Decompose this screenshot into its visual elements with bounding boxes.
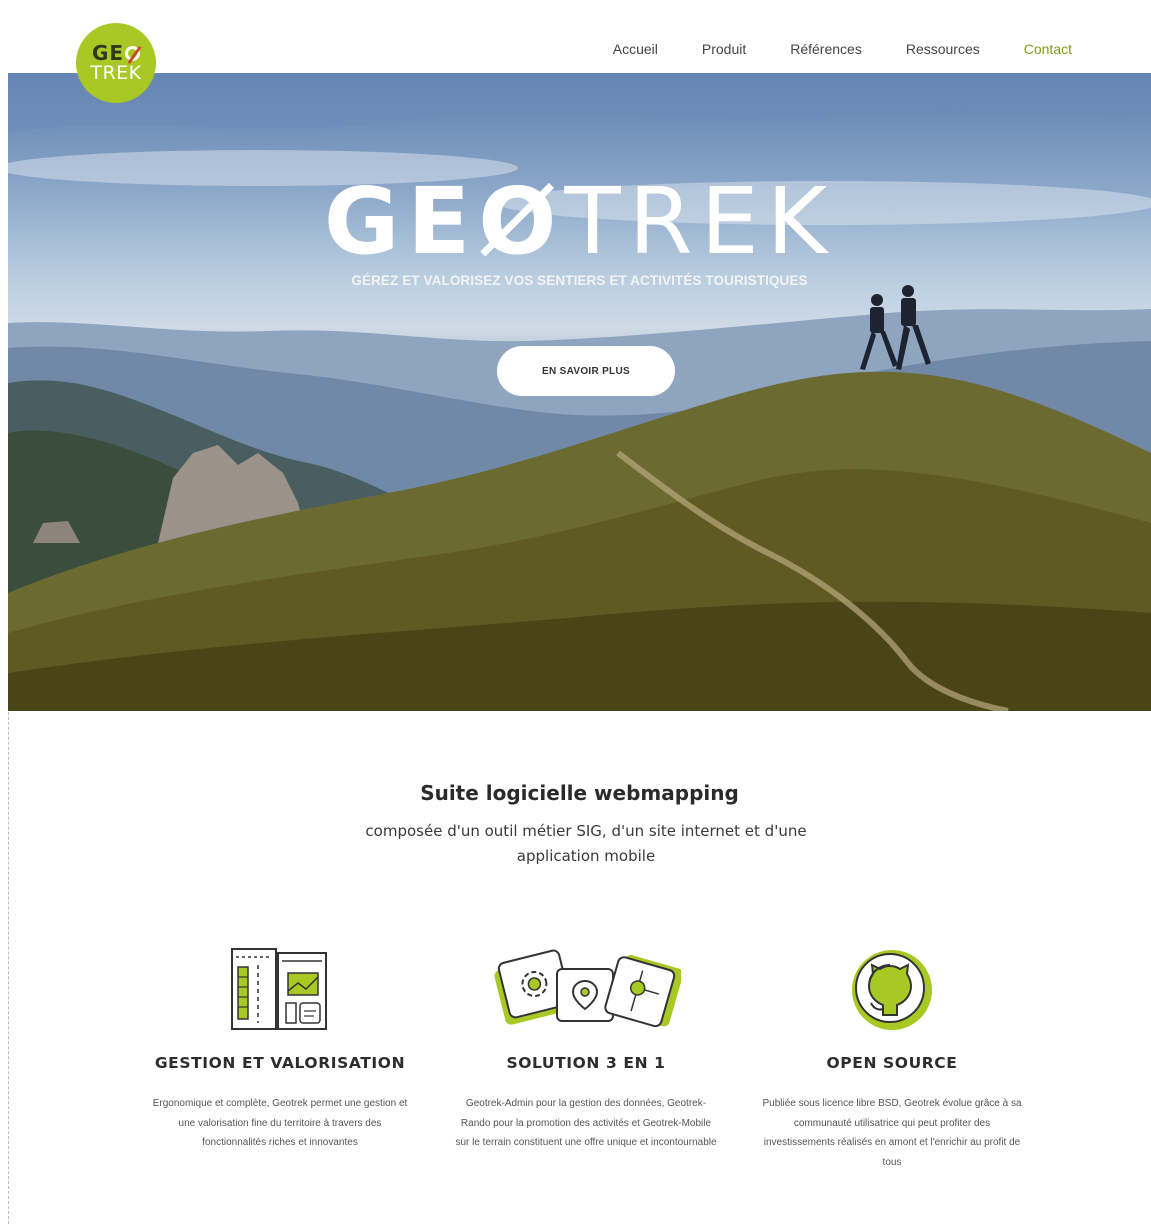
feature-open-source-title: OPEN SOURCE — [826, 1054, 958, 1072]
feature-open-source-text: Publiée sous licence libre BSD, Geotrek … — [762, 1098, 1022, 1168]
main-nav: Accueil Produit Références Ressources Co… — [613, 41, 1072, 57]
feature-solution: SOLUTION 3 EN 1 Geotrek-Admin pour la ge… — [451, 940, 721, 1153]
logo-line1: GE — [92, 43, 141, 63]
intro-title: Suite logicielle webmapping — [420, 781, 739, 805]
dashboard-icon — [145, 940, 415, 1040]
feature-gestion: GESTION ET VALORISATION Ergonomique et c… — [145, 940, 415, 1153]
feature-solution-text: Geotrek-Admin pour la gestion des donnée… — [455, 1098, 717, 1148]
nav-produit[interactable]: Produit — [702, 41, 746, 57]
nav-accueil[interactable]: Accueil — [613, 41, 658, 57]
geotrek-logo[interactable]: GE TREK — [76, 23, 156, 103]
learn-more-button[interactable]: EN SAVOIR PLUS — [497, 346, 675, 396]
nav-ressources[interactable]: Ressources — [906, 41, 980, 57]
logo-o-mark — [125, 45, 141, 61]
feature-gestion-text: Ergonomique et complète, Geotrek permet … — [152, 1098, 408, 1148]
nav-contact[interactable]: Contact — [1024, 41, 1072, 57]
site-header: Accueil Produit Références Ressources Co… — [8, 8, 1151, 73]
logo-line2: TREK — [90, 62, 142, 84]
intro-subtitle: composée d'un outil métier SIG, d'un sit… — [365, 822, 807, 865]
hero-tagline: GÉREZ ET VALORISEZ VOS SENTIERS ET ACTIV… — [351, 273, 808, 288]
hero-title: GEØTREK — [323, 168, 836, 275]
hero-banner: GEØTREK GÉREZ ET VALORISEZ VOS SENTIERS … — [8, 73, 1151, 711]
nav-references[interactable]: Références — [790, 41, 862, 57]
feature-gestion-title: GESTION ET VALORISATION — [154, 1054, 406, 1072]
feature-solution-title: SOLUTION 3 EN 1 — [506, 1054, 666, 1072]
github-icon — [757, 940, 1027, 1040]
apps-icon — [451, 940, 721, 1040]
feature-open-source: OPEN SOURCE Publiée sous licence libre B… — [757, 940, 1027, 1172]
